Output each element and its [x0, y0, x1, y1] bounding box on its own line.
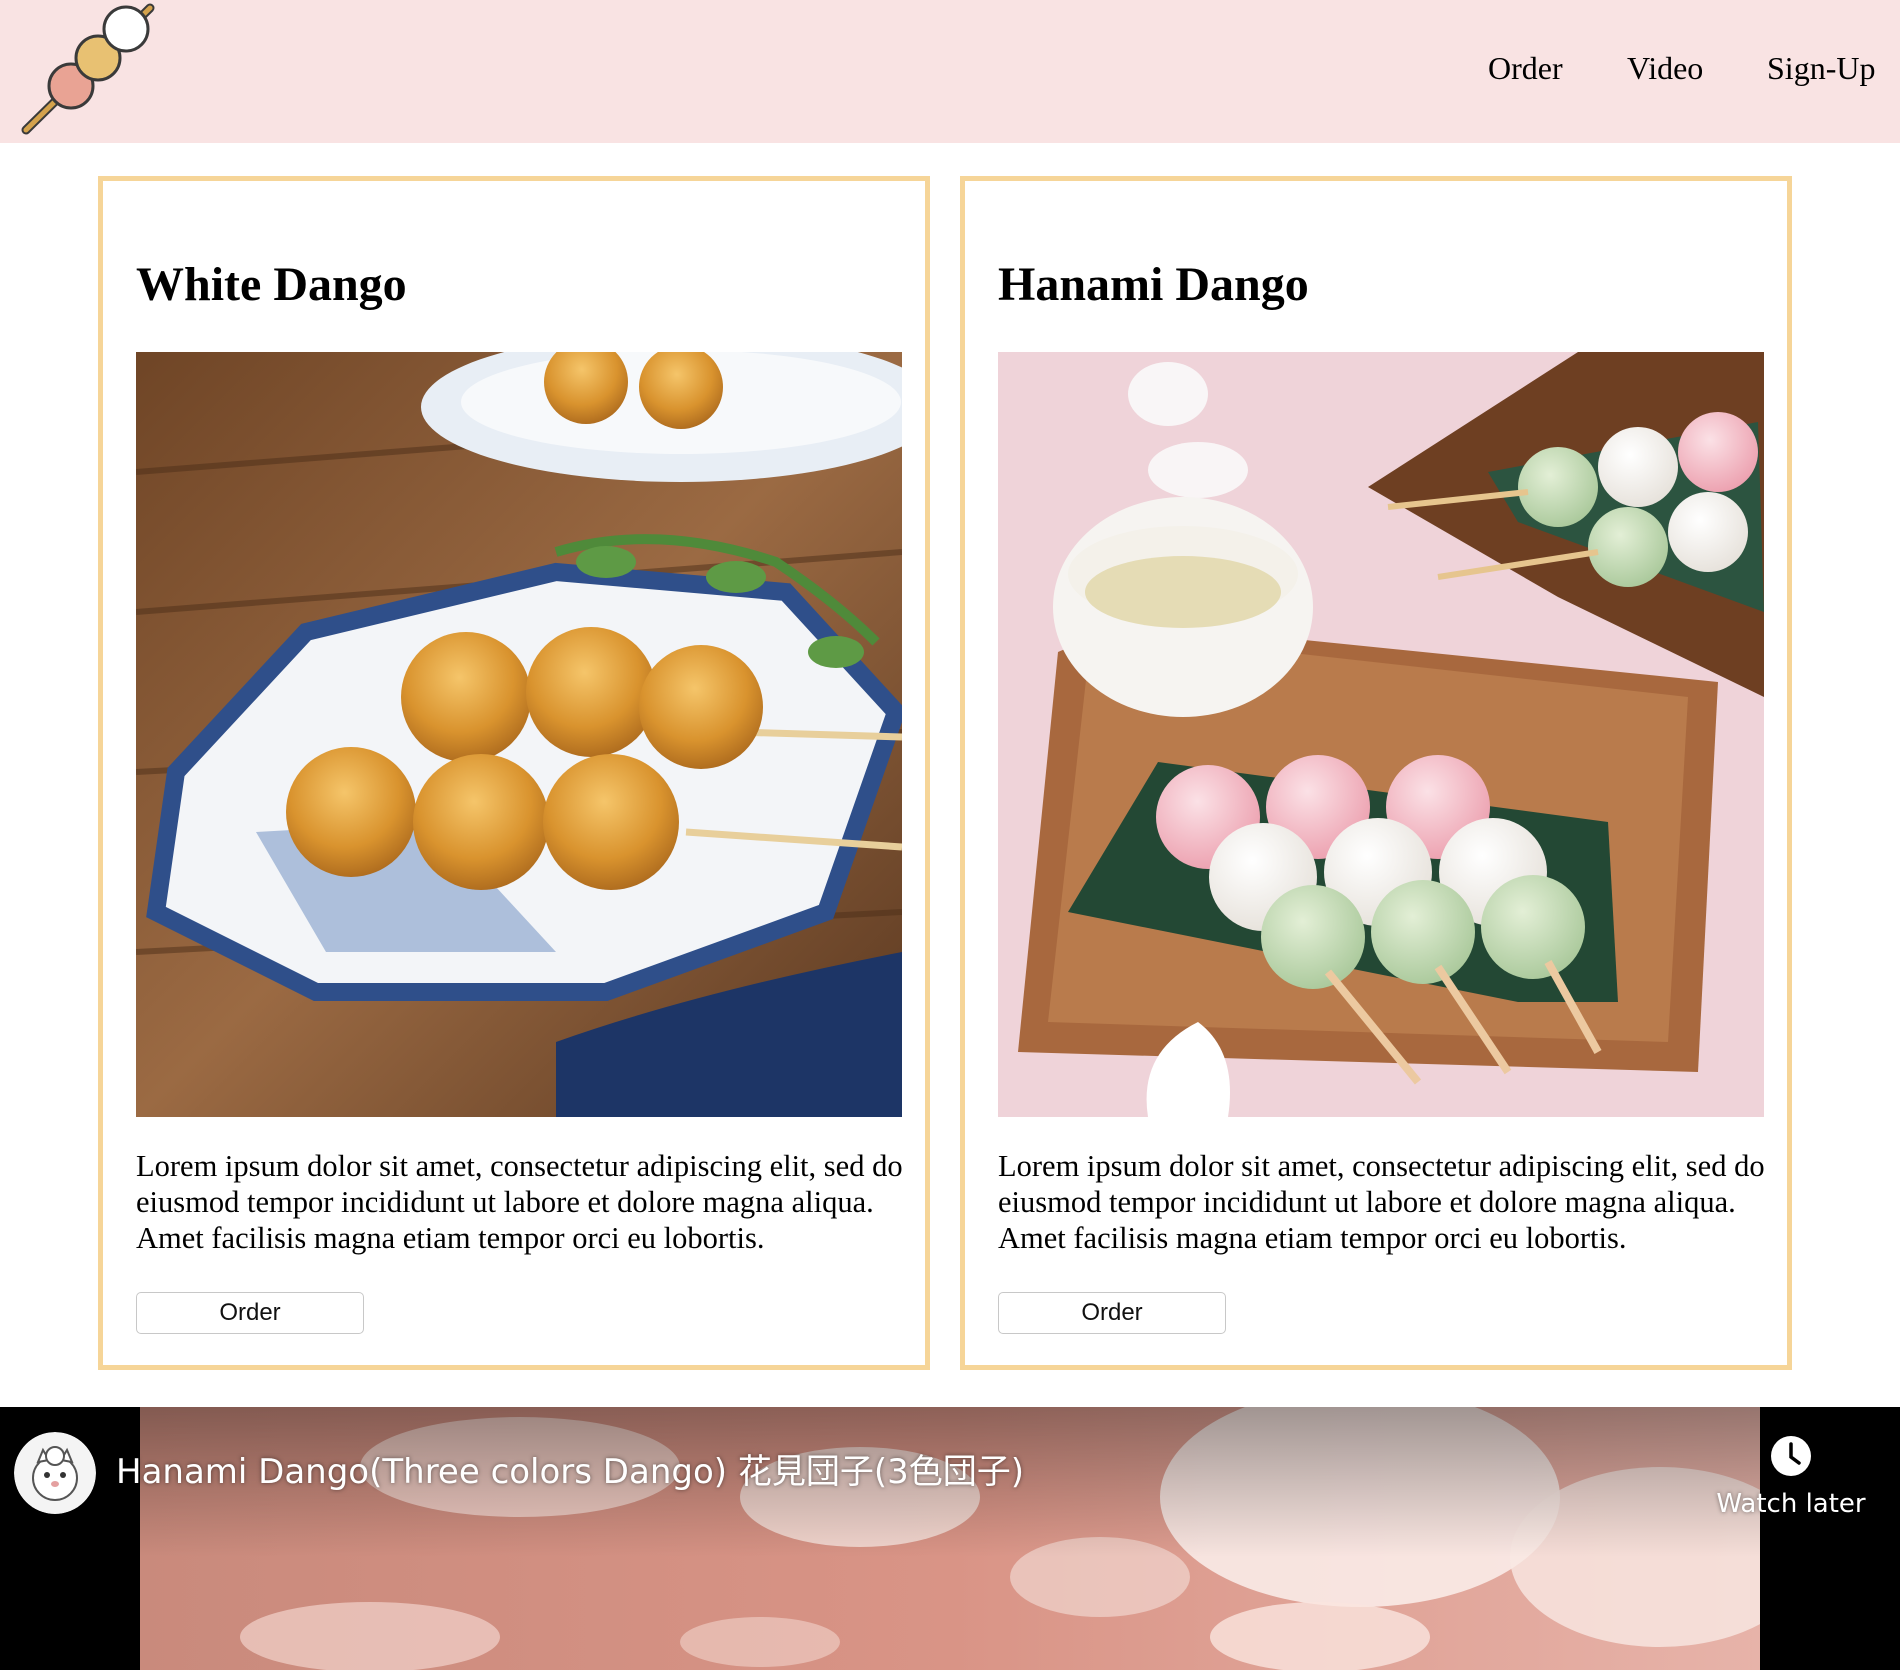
product-card-hanami-dango: Hanami Dango Lorem ipsum dolor sit amet,… [960, 176, 1792, 1370]
video-embed[interactable]: Hanami Dango(Three colors Dango) 花見団子(3色… [0, 1407, 1900, 1670]
nav-order-link[interactable]: Order [1488, 48, 1563, 88]
watch-later-button[interactable]: Watch later [1716, 1435, 1866, 1535]
video-title[interactable]: Hanami Dango(Three colors Dango) 花見団子(3色… [116, 1451, 1024, 1493]
nav-video-link[interactable]: Video [1627, 48, 1703, 88]
card-title: Hanami Dango [998, 258, 1309, 311]
dango-logo-icon[interactable] [20, 2, 160, 138]
watch-later-label: Watch later [1716, 1489, 1866, 1519]
order-button-white-dango[interactable]: Order [136, 1292, 364, 1334]
clock-icon [1771, 1436, 1811, 1476]
order-button-hanami-dango[interactable]: Order [998, 1292, 1226, 1334]
hanami-dango-photo [998, 352, 1764, 1117]
card-description: Lorem ipsum dolor sit amet, consectetur … [136, 1149, 903, 1255]
product-card-white-dango: White Dango Lorem ipsum dolor sit amet, … [98, 176, 930, 1370]
card-description: Lorem ipsum dolor sit amet, consectetur … [998, 1149, 1765, 1255]
white-dango-photo [136, 352, 902, 1117]
card-title: White Dango [136, 258, 407, 311]
channel-avatar-icon[interactable] [14, 1432, 96, 1514]
nav-signup-link[interactable]: Sign-Up [1767, 48, 1875, 88]
site-header: Order Video Sign-Up [0, 0, 1900, 143]
